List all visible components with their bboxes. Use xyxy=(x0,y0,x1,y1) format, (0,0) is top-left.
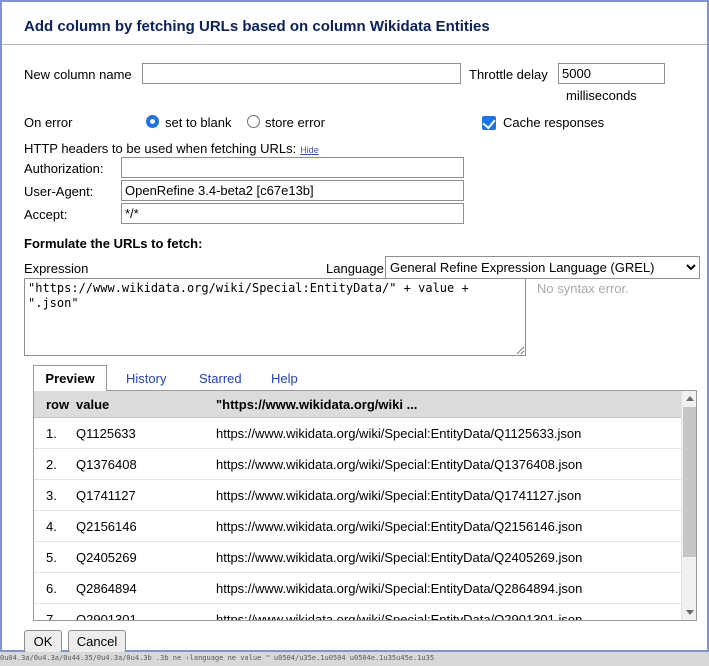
new-column-name-label: New column name xyxy=(24,67,132,82)
accept-label: Accept: xyxy=(24,207,67,222)
row-index: 1. xyxy=(34,426,76,441)
row-value: Q2864894 xyxy=(76,581,216,596)
table-row: 5. Q2405269 https://www.wikidata.org/wik… xyxy=(34,542,681,573)
tab-preview-label: Preview xyxy=(45,371,94,386)
user-agent-input[interactable] xyxy=(121,180,464,201)
row-url: https://www.wikidata.org/wiki/Special:En… xyxy=(216,581,681,596)
tab-starred[interactable]: Starred xyxy=(199,371,242,386)
row-index: 6. xyxy=(34,581,76,596)
cache-responses-label[interactable]: Cache responses xyxy=(503,115,604,130)
store-error-radio-label[interactable]: store error xyxy=(265,115,325,130)
set-to-blank-radio[interactable] xyxy=(146,115,159,128)
row-value: Q1125633 xyxy=(76,426,216,441)
row-value: Q2901301 xyxy=(76,612,216,622)
row-url: https://www.wikidata.org/wiki/Special:En… xyxy=(216,426,681,441)
row-value: Q2156146 xyxy=(76,519,216,534)
milliseconds-label: milliseconds xyxy=(566,88,637,103)
table-row: 7. Q2901301 https://www.wikidata.org/wik… xyxy=(34,604,681,621)
table-row: 3. Q1741127 https://www.wikidata.org/wik… xyxy=(34,480,681,511)
row-url: https://www.wikidata.org/wiki/Special:En… xyxy=(216,550,681,565)
scrollbar-thumb[interactable] xyxy=(683,407,696,557)
row-value: Q1741127 xyxy=(76,488,216,503)
ok-button[interactable]: OK xyxy=(24,630,62,653)
row-url: https://www.wikidata.org/wiki/Special:En… xyxy=(216,519,681,534)
dialog-title: Add column by fetching URLs based on col… xyxy=(24,18,490,35)
row-index: 4. xyxy=(34,519,76,534)
authorization-label: Authorization: xyxy=(24,161,104,176)
row-index: 2. xyxy=(34,457,76,472)
scroll-up-icon[interactable] xyxy=(682,391,697,406)
cancel-button[interactable]: Cancel xyxy=(68,630,126,653)
row-value: Q1376408 xyxy=(76,457,216,472)
store-error-radio[interactable] xyxy=(247,115,260,128)
cache-responses-checkbox[interactable] xyxy=(482,116,496,130)
expression-label: Expression xyxy=(24,261,88,276)
throttle-delay-input[interactable] xyxy=(558,63,665,84)
row-index: 7. xyxy=(34,612,76,622)
tab-preview[interactable]: Preview xyxy=(33,365,107,391)
tab-history[interactable]: History xyxy=(126,371,166,386)
table-row: 2. Q1376408 https://www.wikidata.org/wik… xyxy=(34,449,681,480)
tab-help[interactable]: Help xyxy=(271,371,298,386)
formulate-urls-label: Formulate the URLs to fetch: xyxy=(24,236,202,251)
language-label: Language xyxy=(326,261,384,276)
row-url: https://www.wikidata.org/wiki/Special:En… xyxy=(216,612,681,622)
row-value: Q2405269 xyxy=(76,550,216,565)
hide-link[interactable]: Hide xyxy=(300,145,319,155)
column-header-value: value xyxy=(76,397,216,412)
user-agent-label: User-Agent: xyxy=(24,184,93,199)
authorization-input[interactable] xyxy=(121,157,464,178)
expression-textarea[interactable]: "https://www.wikidata.org/wiki/Special:E… xyxy=(24,278,526,356)
scroll-down-icon[interactable] xyxy=(682,605,697,620)
table-row: 4. Q2156146 https://www.wikidata.org/wik… xyxy=(34,511,681,542)
row-url: https://www.wikidata.org/wiki/Special:En… xyxy=(216,488,681,503)
column-header-row: row xyxy=(34,397,76,412)
row-url: https://www.wikidata.org/wiki/Special:En… xyxy=(216,457,681,472)
table-header-row: row value "https://www.wikidata.org/wiki… xyxy=(34,391,681,418)
accept-input[interactable] xyxy=(121,203,464,224)
throttle-delay-label: Throttle delay xyxy=(469,67,548,82)
row-index: 3. xyxy=(34,488,76,503)
new-column-name-input[interactable] xyxy=(142,63,461,84)
set-to-blank-radio-label[interactable]: set to blank xyxy=(165,115,232,130)
background-page-text: 0u04.3a/0u4.3a/0u44.35/0u4.3a/0u4.3b .3b… xyxy=(0,652,709,666)
http-headers-label: HTTP headers to be used when fetching UR… xyxy=(24,141,296,156)
on-error-label: On error xyxy=(24,115,72,130)
preview-table: row value "https://www.wikidata.org/wiki… xyxy=(33,390,697,621)
table-row: 6. Q2864894 https://www.wikidata.org/wik… xyxy=(34,573,681,604)
column-header-url: "https://www.wikidata.org/wiki ... xyxy=(216,397,681,412)
syntax-status: No syntax error. xyxy=(537,281,629,296)
language-select[interactable]: General Refine Expression Language (GREL… xyxy=(385,256,700,279)
title-divider xyxy=(2,44,707,45)
table-scrollbar[interactable] xyxy=(681,391,696,620)
add-column-fetch-urls-dialog: Add column by fetching URLs based on col… xyxy=(0,0,709,652)
table-row: 1. Q1125633 https://www.wikidata.org/wik… xyxy=(34,418,681,449)
row-index: 5. xyxy=(34,550,76,565)
